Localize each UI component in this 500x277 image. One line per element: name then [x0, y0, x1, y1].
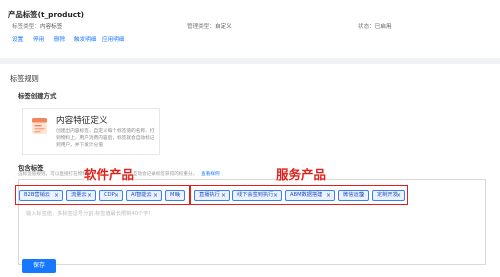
create-method-title: 标签创建方式 [18, 92, 57, 100]
content-feature-option-card[interactable]: 内容特征定义 创建出内容标签，自定义每个标签值的名称、打到物料上，用户消费内容后… [22, 108, 160, 155]
close-icon[interactable]: × [221, 191, 226, 200]
section-title: 标签规则 [10, 74, 39, 83]
option-name: 内容特征定义 [56, 116, 108, 126]
trigger-details-link[interactable]: 触发明细 [74, 35, 96, 43]
tag-chip[interactable]: 线下会签到执行 × [232, 190, 282, 201]
tag-chip[interactable]: 流量云 × [66, 190, 96, 201]
document-icon [32, 118, 47, 134]
close-icon[interactable]: × [326, 191, 331, 200]
option-description: 创建出内容标签，自定义每个标签值的名称、打到物料上，用户消费内容后，标签就会自动… [56, 129, 155, 149]
application-details-link[interactable]: 应用明细 [102, 35, 124, 43]
disable-link[interactable]: 停用 [33, 35, 44, 43]
close-icon[interactable]: × [114, 191, 119, 200]
page-title: 产品标签(t_product) [8, 10, 85, 19]
tag-chip[interactable]: MIP × [165, 190, 185, 201]
close-icon[interactable]: × [360, 191, 365, 200]
meta-tag-type: 标签类型：内容标签 [12, 24, 63, 30]
close-icon[interactable]: × [396, 191, 401, 200]
view-example-link[interactable]: 查看样例 [201, 172, 219, 177]
product-header-card: 产品标签(t_product) 标签类型：内容标签 管理类型：自定义 状态：已启… [0, 0, 500, 58]
close-icon[interactable]: × [273, 191, 278, 200]
tag-input-placeholder: 输入标签值，多标签逗号分割,标签值最长限制40个字! [26, 211, 151, 217]
meta-status: 状态：已启用 [358, 24, 392, 30]
tag-chip[interactable]: 定制开发 × [372, 190, 405, 201]
tag-chip[interactable]: B2B营销云 × [19, 190, 63, 201]
close-icon[interactable]: × [54, 191, 59, 200]
tag-chip[interactable]: AI智能云 × [126, 190, 162, 201]
close-icon[interactable]: × [153, 191, 158, 200]
save-button[interactable]: 保存 [22, 259, 56, 273]
meta-manage-type: 管理类型：自定义 [187, 24, 232, 30]
software-products-label: 软件产品 [84, 164, 135, 183]
delete-link[interactable]: 删除 [54, 35, 65, 43]
service-products-label: 服务产品 [276, 164, 327, 183]
tag-chip[interactable]: ABM数据搭建 × [285, 190, 335, 201]
tag-chip[interactable]: CDP × [99, 190, 123, 201]
tag-chip[interactable]: 微信运营 × [338, 190, 369, 201]
tag-chip[interactable]: 直播执行 × [194, 190, 230, 201]
close-icon[interactable]: × [176, 191, 181, 200]
close-icon[interactable]: × [87, 191, 92, 200]
settings-link[interactable]: 设置 [12, 35, 23, 43]
